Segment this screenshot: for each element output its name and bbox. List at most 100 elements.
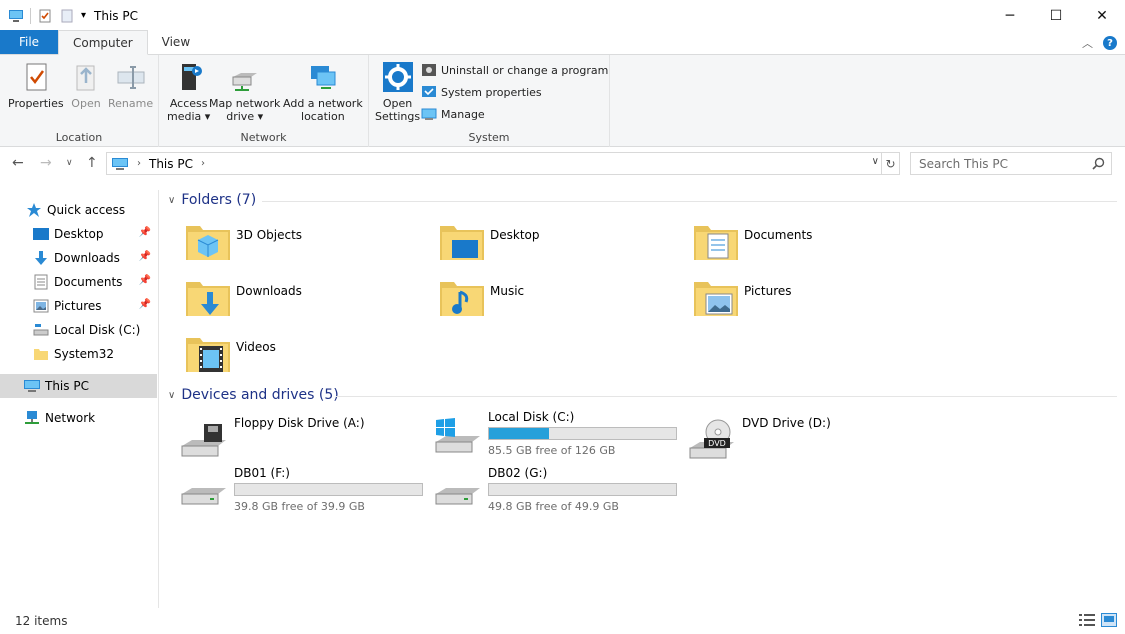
access-media-button[interactable]: Access media ▾ [167,61,210,123]
folder-documents[interactable]: Documents [692,220,812,268]
open-icon [76,65,95,91]
maximize-button[interactable]: ☐ [1033,0,1079,31]
customize-qat-chevron-icon[interactable]: ▾ [81,10,86,21]
access-media-label-2: media ▾ [167,110,211,123]
group-system: Open Settings Uninstall or change a prog… [369,55,610,147]
breadcrumb-chevron-icon[interactable]: › [201,158,205,169]
separator [30,7,31,24]
collapse-chevron-icon[interactable]: ∨ [168,195,175,206]
rename-label: Rename [108,97,154,110]
nav-quick-access[interactable]: Quick access [0,198,157,222]
drive-name: Local Disk (C:) [488,410,575,424]
open-settings-label-2: Settings [375,110,421,123]
nav-item-desktop[interactable]: Desktop 📌 [0,222,157,246]
drive-db02-g[interactable]: DB02 (G:) 49.8 GB free of 49.9 GB [434,460,677,514]
minimize-button[interactable]: ─ [987,0,1033,31]
computer-icon [112,157,128,170]
system-properties-button[interactable]: System properties [421,84,542,100]
manage-label: Manage [441,107,485,121]
nav-quick-access-label: Quick access [47,203,126,217]
drive-usage-fill [489,428,549,439]
folder-pictures[interactable]: Pictures [692,276,792,324]
help-icon[interactable]: ? [1103,36,1117,50]
close-button[interactable]: ✕ [1079,0,1125,31]
back-arrow-icon[interactable]: ← [12,155,24,171]
drive-dvd[interactable]: DVD DVD Drive (D:) [688,410,831,464]
ribbon-controls: ︿ ? [1082,35,1117,51]
nav-item-downloads[interactable]: Downloads 📌 [0,246,157,270]
folder-label: Videos [236,340,276,354]
drive-free-space: 49.8 GB free of 49.9 GB [488,500,619,513]
drive-info: DB02 (G:) 49.8 GB free of 49.9 GB [488,460,677,514]
drive-name: DVD Drive (D:) [742,416,831,430]
open-button[interactable]: Open [70,61,102,110]
search-box[interactable]: Search This PC [910,152,1112,175]
add-network-location-button[interactable]: Add a network location [283,61,363,123]
nav-item-system32[interactable]: System32 [0,342,157,366]
up-arrow-icon[interactable]: ↑ [86,155,98,171]
navigation-pane: Quick access Desktop 📌 Downloads 📌 Docum… [0,190,159,608]
forward-arrow-icon[interactable]: → [40,155,52,171]
refresh-icon[interactable]: ↻ [881,153,899,174]
folder-label: Music [490,284,525,298]
network-drive-icon [232,73,257,91]
open-settings-button[interactable]: Open Settings [375,61,420,123]
videos-folder-icon [186,338,230,372]
nav-network[interactable]: Network [0,406,157,430]
nav-item-label: System32 [54,347,115,361]
folder-label: Documents [744,228,813,242]
properties-icon [26,63,47,91]
pin-icon: 📌 [138,299,151,310]
hard-drive-icon [181,488,226,505]
folder-3d-objects[interactable]: 3D Objects [184,220,302,268]
drive-info: DVD Drive (D:) [742,410,831,464]
nav-network-label: Network [45,411,96,425]
search-icon[interactable] [1092,157,1105,170]
folders-section-header[interactable]: ∨ Folders (7) [168,192,256,208]
new-folder-quick-icon[interactable] [59,8,75,24]
address-bar[interactable]: › This PC › ∨ ↻ [106,152,900,175]
tab-computer[interactable]: Computer [58,30,148,55]
folder-videos[interactable]: Videos [184,332,276,380]
folder-desktop[interactable]: Desktop [438,220,540,268]
map-network-drive-button[interactable]: Map network drive ▾ [209,61,280,123]
network-location-icon [310,66,336,89]
drive-local-disk-c[interactable]: Local Disk (C:) 85.5 GB free of 126 GB [434,404,677,458]
folder-music[interactable]: Music [438,276,524,324]
manage-icon [421,108,437,120]
drive-floppy[interactable]: Floppy Disk Drive (A:) [180,410,365,464]
download-arrow-icon [35,251,47,265]
search-input[interactable]: Search This PC [919,157,1008,171]
map-network-drive-label-1: Map network [209,97,281,110]
nav-item-pictures[interactable]: Pictures 📌 [0,294,157,318]
manage-button[interactable]: Manage [421,106,485,122]
uninstall-program-button[interactable]: Uninstall or change a program [421,62,608,78]
rename-button[interactable]: Rename [108,61,153,110]
details-view-icon[interactable] [1079,613,1095,627]
large-icons-view-icon[interactable] [1101,613,1117,627]
system-properties-icon [422,86,436,97]
tab-view[interactable]: View [148,30,204,54]
recent-locations-chevron-icon[interactable]: ∨ [66,158,73,168]
properties-button[interactable]: Properties [8,61,64,110]
devices-header-label: Devices and drives (5) [181,387,339,403]
hard-drive-icon [435,488,480,505]
window-title: This PC [94,8,138,23]
tab-file[interactable]: File [0,30,58,54]
pin-icon: 📌 [138,227,151,238]
add-network-location-label-2: location [301,110,345,123]
breadcrumb-chevron-icon[interactable]: › [137,158,141,169]
svg-text:DVD: DVD [708,439,726,448]
properties-quick-icon[interactable] [37,8,53,24]
drive-db01-f[interactable]: DB01 (F:) 39.8 GB free of 39.9 GB [180,460,423,514]
nav-item-local-disk[interactable]: Local Disk (C:) [0,318,157,342]
devices-section-header[interactable]: ∨ Devices and drives (5) [168,387,339,403]
collapse-chevron-icon[interactable]: ∨ [168,390,175,401]
view-switcher [1079,613,1117,627]
collapse-ribbon-chevron-icon[interactable]: ︿ [1082,35,1093,51]
nav-item-documents[interactable]: Documents 📌 [0,270,157,294]
folder-downloads[interactable]: Downloads [184,276,302,324]
nav-this-pc[interactable]: This PC [0,374,157,398]
breadcrumb-this-pc[interactable]: This PC [149,157,193,171]
address-dropdown-chevron-icon[interactable]: ∨ [872,156,879,167]
